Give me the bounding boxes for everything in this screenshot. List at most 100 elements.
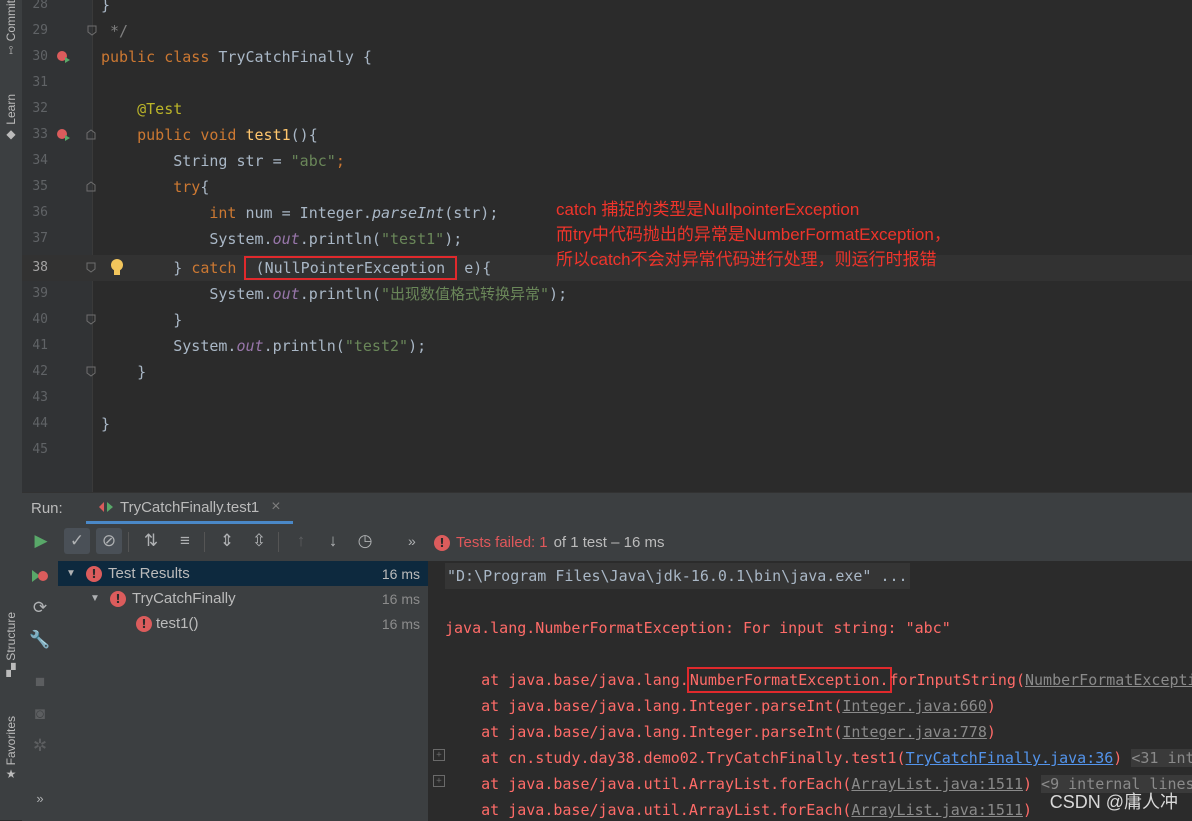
stack-frame: at java.base/java.lang.Integer.parseInt(… — [481, 697, 996, 715]
code-editor[interactable]: 28 } 29 */ 30 public class TryCatchFinal… — [22, 0, 1192, 492]
code-line[interactable]: 30 public class TryCatchFinally { — [22, 44, 1192, 70]
fold-end-icon[interactable] — [87, 25, 97, 36]
toggle-auto-test-button[interactable]: ⟳ — [28, 596, 52, 620]
previous-failed-button[interactable]: ↑ — [288, 528, 314, 554]
expand-frames-icon[interactable]: + — [433, 775, 445, 787]
sort-duration-icon: ≡ — [180, 531, 190, 550]
code-line[interactable]: 42 } — [22, 359, 1192, 385]
play-icon: ▶ — [34, 531, 48, 550]
commit-icon: ⟟ — [8, 43, 14, 58]
stack-frame: at java.base/java.lang.Integer.parseInt(… — [481, 723, 996, 741]
line-number: 41 — [32, 338, 48, 353]
test-results-tree: ▼ ! Test Results 16 ms ▼ ! TryCatchFinal… — [58, 561, 429, 821]
run-config-tab[interactable]: TryCatchFinally.test1 × — [86, 493, 293, 524]
line-number: 43 — [32, 390, 48, 405]
code-line[interactable]: 39 System.out.println("出现数值格式转换异常"); — [22, 281, 1192, 307]
code-line[interactable]: 28 } — [22, 0, 1192, 18]
source-link[interactable]: TryCatchFinally.java:36 — [906, 749, 1114, 767]
run-test-icon[interactable] — [56, 128, 71, 142]
fold-end-icon[interactable] — [86, 314, 96, 325]
code-line[interactable]: 44 } — [22, 411, 1192, 437]
chevron-down-icon[interactable]: ▼ — [64, 568, 78, 579]
line-number: 38 — [32, 260, 48, 275]
tree-node-class[interactable]: ▼ ! TryCatchFinally 16 ms — [58, 586, 428, 611]
close-icon[interactable]: × — [271, 498, 280, 516]
code-line[interactable]: 43 — [22, 385, 1192, 411]
structure-tool-tab[interactable]: Structure ▞ — [0, 612, 22, 676]
line-number: 39 — [32, 286, 48, 301]
camera-icon: ◙ — [34, 704, 46, 723]
run-test-icon[interactable] — [56, 50, 71, 64]
line-number: 33 — [32, 127, 48, 142]
arrow-down-icon: ↓ — [328, 531, 338, 550]
expand-all-icon: ⇕ — [219, 531, 235, 550]
code-line[interactable]: 32 @Test — [22, 96, 1192, 122]
console-output[interactable]: "D:\Program Files\Java\jdk-16.0.1\bin\ja… — [429, 561, 1192, 821]
collapse-all-button[interactable]: ⇳ — [246, 528, 272, 554]
source-link[interactable]: Integer.java:660 — [842, 697, 987, 715]
source-link[interactable]: NumberFormatExcepti — [1025, 671, 1192, 689]
bug-button[interactable]: ✲ — [28, 734, 52, 758]
code-line[interactable]: 31 — [22, 70, 1192, 96]
sort-alpha-button[interactable]: ⇅ — [138, 528, 164, 554]
settings-button[interactable]: 🔧 — [28, 628, 52, 652]
stop-button[interactable]: ■ — [28, 670, 52, 694]
line-number: 31 — [32, 75, 48, 90]
arrow-up-icon: ↑ — [296, 531, 306, 550]
show-ignored-toggle[interactable]: ⊘ — [96, 528, 122, 554]
more-tools-button[interactable]: » — [28, 786, 52, 810]
stack-frame: at cn.study.day38.demo02.TryCatchFinally… — [445, 745, 1192, 771]
code-line[interactable]: 45 — [22, 437, 1192, 463]
source-link[interactable]: Integer.java:778 — [842, 723, 987, 741]
commit-tool-tab[interactable]: Commit ⟟ — [0, 0, 22, 56]
history-button[interactable]: ◷ — [352, 528, 378, 554]
code-line[interactable]: 34 String str = "abc"; — [22, 148, 1192, 174]
show-passed-toggle[interactable]: ✓ — [64, 528, 90, 554]
star-icon: ★ — [5, 767, 17, 782]
expand-all-button[interactable]: ⇕ — [214, 528, 240, 554]
code-line[interactable]: 29 */ — [22, 18, 1192, 44]
left-tool-strip: Commit ⟟ Learn ◆ Structure ▞ Favorites ★ — [0, 0, 23, 820]
rerun-failed-button[interactable] — [28, 564, 52, 588]
sort-duration-button[interactable]: ≡ — [172, 528, 198, 554]
chevron-down-icon[interactable]: ▼ — [88, 593, 102, 604]
line-number: 45 — [32, 442, 48, 457]
learn-tool-tab[interactable]: Learn ◆ — [0, 94, 22, 140]
rerun-button[interactable]: ▶ — [28, 528, 54, 554]
console-command-line: "D:\Program Files\Java\jdk-16.0.1\bin\ja… — [445, 563, 910, 589]
test-status: ! Tests failed: 1 of 1 test – 16 ms — [434, 534, 664, 551]
rerun-failed-icon — [32, 570, 48, 582]
run-tool-window: Run: TryCatchFinally.test1 × ▶ ✓ ⊘ ⇅ ≡ ⇕… — [22, 492, 1192, 821]
run-config-icon — [99, 502, 113, 512]
highlight-box: NumberFormatException. — [686, 667, 892, 693]
source-link[interactable]: ArrayList.java:1511 — [851, 801, 1023, 819]
error-icon: ! — [434, 534, 450, 551]
fold-start-icon[interactable] — [86, 129, 96, 140]
fold-end-icon[interactable] — [86, 366, 96, 377]
tree-node-root[interactable]: ▼ ! Test Results 16 ms — [58, 561, 428, 586]
line-number: 35 — [32, 179, 48, 194]
folded-lines-tag[interactable]: <31 int — [1131, 749, 1192, 767]
line-number: 44 — [32, 416, 48, 431]
screenshot-button[interactable]: ◙ — [28, 702, 52, 726]
favorites-tool-tab[interactable]: Favorites ★ — [0, 716, 22, 780]
code-text: } — [101, 0, 111, 14]
collapse-all-icon: ⇳ — [251, 531, 267, 550]
code-line[interactable]: 40 } — [22, 307, 1192, 333]
line-number: 28 — [32, 0, 48, 12]
toolbar-more-button[interactable]: » — [408, 533, 416, 549]
wrench-icon: 🔧 — [29, 630, 51, 649]
stack-frame: at java.base/java.lang.NumberFormatExcep… — [445, 667, 1192, 693]
fold-start-icon[interactable] — [86, 181, 96, 192]
next-failed-button[interactable]: ↓ — [320, 528, 346, 554]
code-line[interactable]: 33 public void test1(){ — [22, 122, 1192, 148]
error-icon: ! — [110, 590, 126, 607]
run-toolbar: ▶ ✓ ⊘ ⇅ ≡ ⇕ ⇳ ↑ ↓ ◷ » ! Tests failed: 1 … — [22, 524, 1192, 560]
code-line[interactable]: 41 System.out.println("test2"); — [22, 333, 1192, 359]
tree-node-test[interactable]: ! test1() 16 ms — [58, 611, 428, 636]
ignored-icon: ⊘ — [101, 531, 117, 550]
source-link[interactable]: ArrayList.java:1511 — [851, 775, 1023, 793]
auto-test-icon: ⟳ — [32, 598, 48, 617]
fold-end-icon[interactable] — [86, 262, 96, 273]
expand-frames-icon[interactable]: + — [433, 749, 445, 761]
